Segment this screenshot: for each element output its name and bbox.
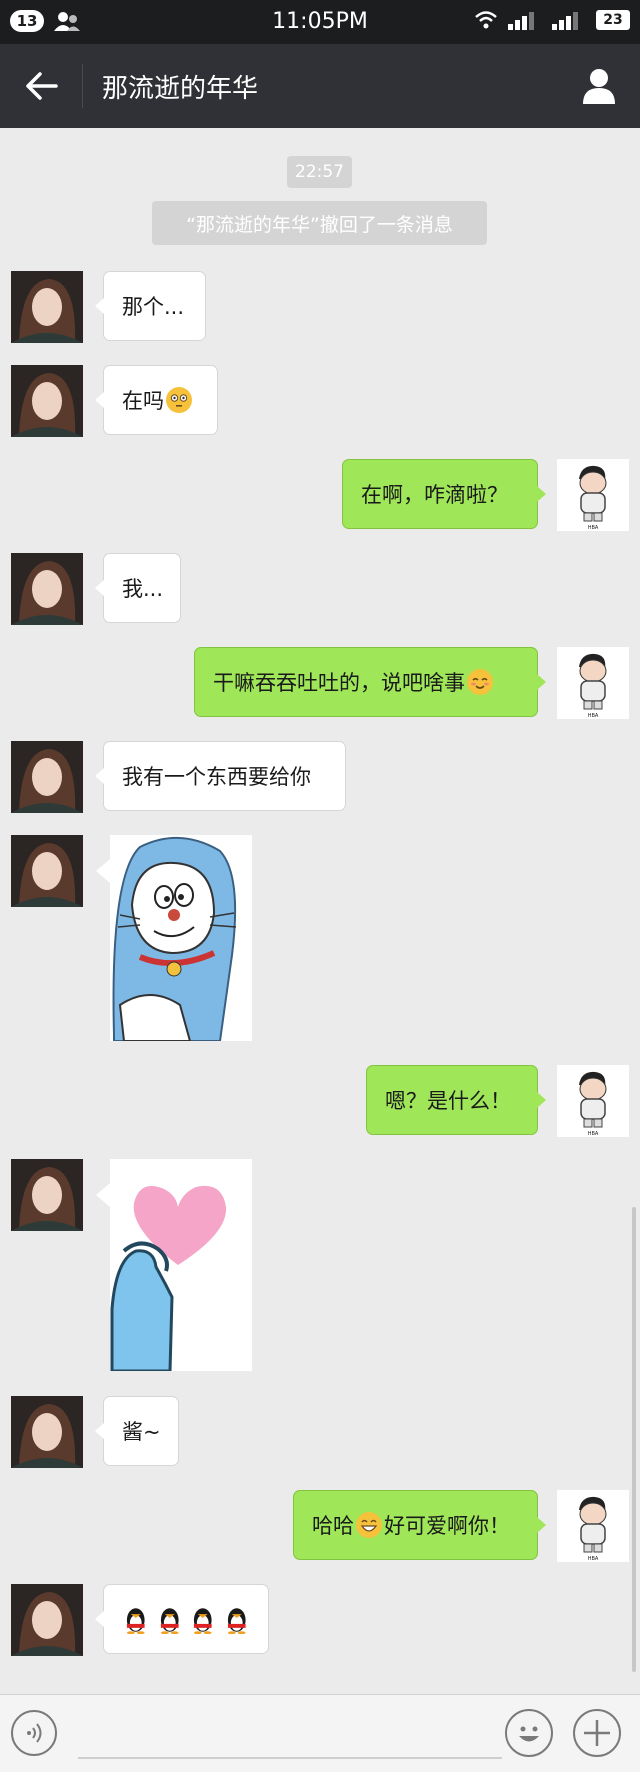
- emoji-icon: [519, 1726, 539, 1742]
- outgoing-message[interactable]: 哈哈 好可爱啊你！: [293, 1490, 546, 1560]
- message-text: 我有一个东西要给你: [122, 765, 311, 789]
- incoming-message[interactable]: [95, 1584, 269, 1654]
- my-avatar[interactable]: HBA: [557, 647, 629, 719]
- recall-notice: “那流逝的年华”撤回了一条消息: [152, 201, 487, 245]
- blushing-emoji-icon: [467, 669, 493, 695]
- penguin-icon: [160, 1608, 179, 1634]
- message-text: 哈哈: [312, 1514, 354, 1538]
- chat-area[interactable]: 22:57 “那流逝的年华”撤回了一条消息 那个... 在吗 在啊，咋滴啦？ H…: [0, 128, 640, 1694]
- outgoing-message[interactable]: 在啊，咋滴啦？: [342, 459, 546, 529]
- message-text: 在啊，咋滴啦？: [361, 483, 508, 507]
- sticker-tail: [96, 1183, 110, 1207]
- incoming-message[interactable]: 那个...: [95, 271, 206, 341]
- penguin-icon: [227, 1608, 246, 1634]
- contact-avatar[interactable]: [11, 1159, 83, 1231]
- avatar-caption: HBA: [588, 713, 599, 719]
- signal-icon: [508, 12, 534, 30]
- penguin-icon: [193, 1608, 212, 1634]
- avatar-caption: HBA: [588, 525, 599, 531]
- message-text: 好可爱啊你！: [384, 1514, 510, 1538]
- status-bar: 13 11:05PM 23: [0, 0, 640, 44]
- contact-avatar[interactable]: [11, 365, 83, 437]
- voice-icon: [27, 1723, 42, 1743]
- profile-icon[interactable]: [582, 68, 616, 104]
- my-avatar[interactable]: HBA: [557, 1065, 629, 1137]
- message-text: 酱~: [122, 1420, 161, 1444]
- contact-avatar[interactable]: [11, 741, 83, 813]
- message-text: 那个...: [122, 295, 185, 319]
- wifi-icon: [475, 11, 497, 29]
- incoming-message[interactable]: 在吗: [95, 365, 218, 435]
- incoming-message[interactable]: 我...: [95, 553, 181, 623]
- avatar-caption: HBA: [588, 1131, 599, 1137]
- battery-indicator: 23: [596, 10, 630, 30]
- heart-sticker[interactable]: [110, 1159, 252, 1371]
- message-text: 在吗: [122, 389, 164, 413]
- message-text: 嗯？是什么！: [385, 1089, 511, 1113]
- contact-avatar[interactable]: [11, 1396, 83, 1468]
- outgoing-message[interactable]: 嗯？是什么！: [366, 1065, 546, 1135]
- more-options-button[interactable]: [573, 1709, 621, 1757]
- header-divider: [82, 64, 83, 108]
- plus-icon: [584, 1720, 610, 1746]
- contact-avatar[interactable]: [11, 1584, 83, 1656]
- doraemon-sticker[interactable]: [110, 835, 252, 1041]
- outgoing-message[interactable]: 干嘛吞吞吐吐的，说吧啥事: [194, 647, 546, 717]
- message-text: 我...: [122, 577, 164, 601]
- flushed-emoji-icon: [166, 387, 192, 413]
- emoji-button[interactable]: [505, 1709, 553, 1757]
- scrollbar[interactable]: [632, 1207, 636, 1672]
- message-input[interactable]: [78, 1757, 502, 1759]
- chat-header: 那流逝的年华: [0, 44, 640, 128]
- timestamp-chip: 22:57: [287, 156, 352, 188]
- incoming-message[interactable]: 酱~: [95, 1396, 179, 1466]
- avatar-caption: HBA: [588, 1556, 599, 1562]
- contact-avatar[interactable]: [11, 553, 83, 625]
- incoming-message[interactable]: 我有一个东西要给你: [95, 741, 346, 811]
- chat-title: 那流逝的年华: [102, 74, 259, 104]
- signal-icon: [552, 12, 578, 30]
- input-bar: [0, 1694, 640, 1772]
- contact-avatar[interactable]: [11, 835, 83, 907]
- contact-avatar[interactable]: [11, 271, 83, 343]
- sticker-tail: [96, 859, 110, 883]
- message-text: 干嘛吞吞吐吐的，说吧啥事: [213, 671, 465, 695]
- voice-button[interactable]: [11, 1710, 57, 1756]
- my-avatar[interactable]: HBA: [557, 1490, 629, 1562]
- back-arrow-icon[interactable]: [24, 70, 60, 102]
- penguin-icon: [126, 1608, 145, 1634]
- my-avatar[interactable]: HBA: [557, 459, 629, 531]
- grinning-emoji-icon: [356, 1512, 382, 1538]
